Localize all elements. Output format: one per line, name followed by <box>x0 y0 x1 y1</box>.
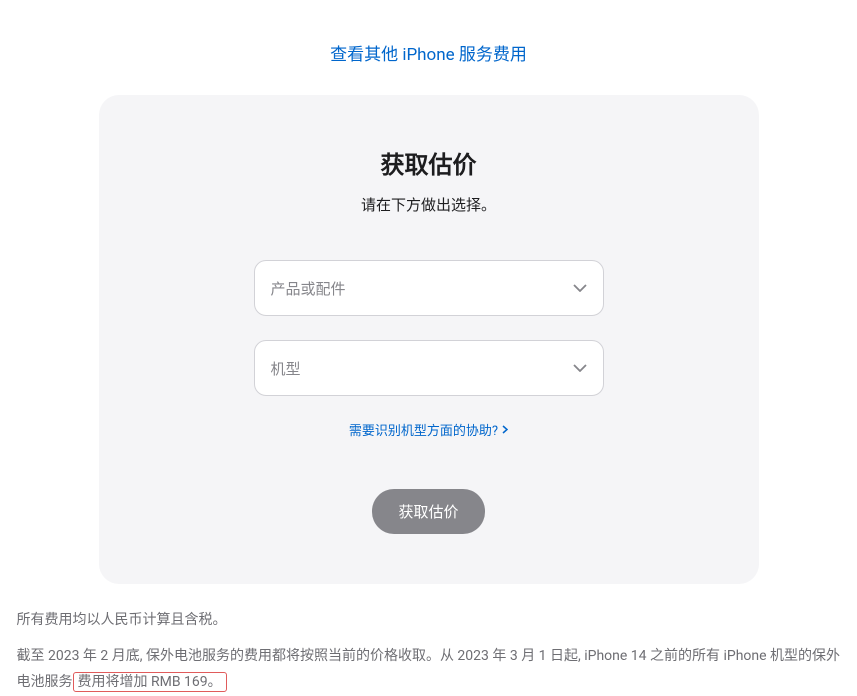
disclaimer-line2: 截至 2023 年 2 月底, 保外电池服务的费用都将按照当前的价格收取。从 2… <box>17 644 841 696</box>
highlighted-text: 费用将增加 RMB 169。 <box>73 672 227 692</box>
chevron-down-icon <box>573 284 587 292</box>
card-subtitle: 请在下方做出选择。 <box>139 194 719 215</box>
model-select[interactable]: 机型 <box>254 340 604 396</box>
product-select-placeholder: 产品或配件 <box>271 278 346 299</box>
chevron-right-icon <box>502 425 508 434</box>
get-estimate-button[interactable]: 获取估价 <box>372 489 484 534</box>
card-title: 获取估价 <box>139 145 719 180</box>
estimate-card: 获取估价 请在下方做出选择。 产品或配件 机型 需要识别机型方面的协助? 获取估… <box>99 95 759 584</box>
other-iphone-service-link[interactable]: 查看其他 iPhone 服务费用 <box>330 45 527 65</box>
disclaimer: 所有费用均以人民币计算且含税。 截至 2023 年 2 月底, 保外电池服务的费… <box>9 608 849 696</box>
help-link-label: 需要识别机型方面的协助? <box>349 420 498 439</box>
help-identify-model-link[interactable]: 需要识别机型方面的协助? <box>349 420 508 439</box>
disclaimer-line1: 所有费用均以人民币计算且含税。 <box>17 608 841 634</box>
product-select[interactable]: 产品或配件 <box>254 260 604 316</box>
model-select-placeholder: 机型 <box>271 358 301 379</box>
chevron-down-icon <box>573 364 587 372</box>
